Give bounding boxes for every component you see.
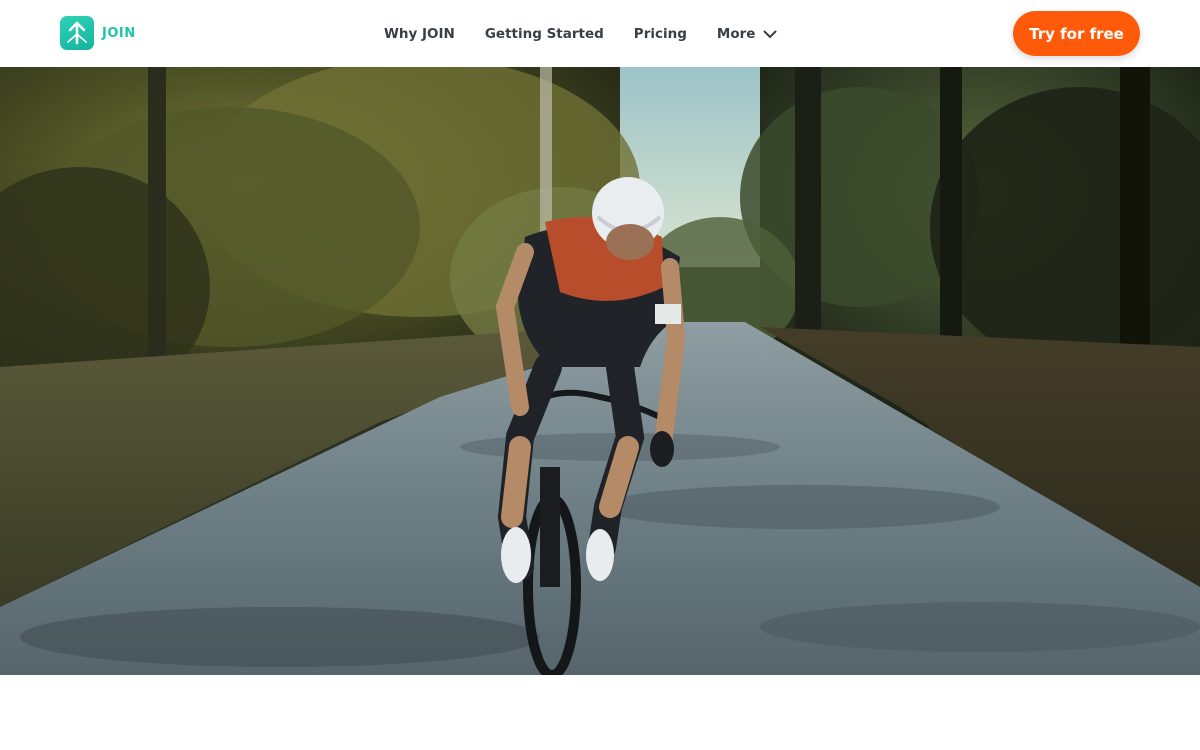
nav-getting-started[interactable]: Getting Started — [485, 26, 604, 42]
nav-more[interactable]: More — [717, 26, 778, 42]
cyclist-on-forest-road-image — [0, 67, 1200, 675]
join-logo-icon — [60, 16, 94, 50]
logo-text: JOIN — [102, 25, 136, 41]
top-navigation-bar: JOIN Why JOIN Getting Started Pricing Mo… — [0, 0, 1200, 67]
nav-why-join[interactable]: Why JOIN — [384, 26, 455, 42]
hero-video[interactable] — [0, 67, 1200, 675]
try-for-free-button[interactable]: Try for free — [1013, 11, 1140, 56]
nav-pricing[interactable]: Pricing — [634, 26, 687, 42]
join-logo-link[interactable]: JOIN — [60, 16, 136, 50]
chevron-down-icon — [763, 30, 777, 38]
main-nav: Why JOIN Getting Started Pricing More — [384, 0, 777, 67]
nav-more-label: More — [716, 25, 756, 42]
